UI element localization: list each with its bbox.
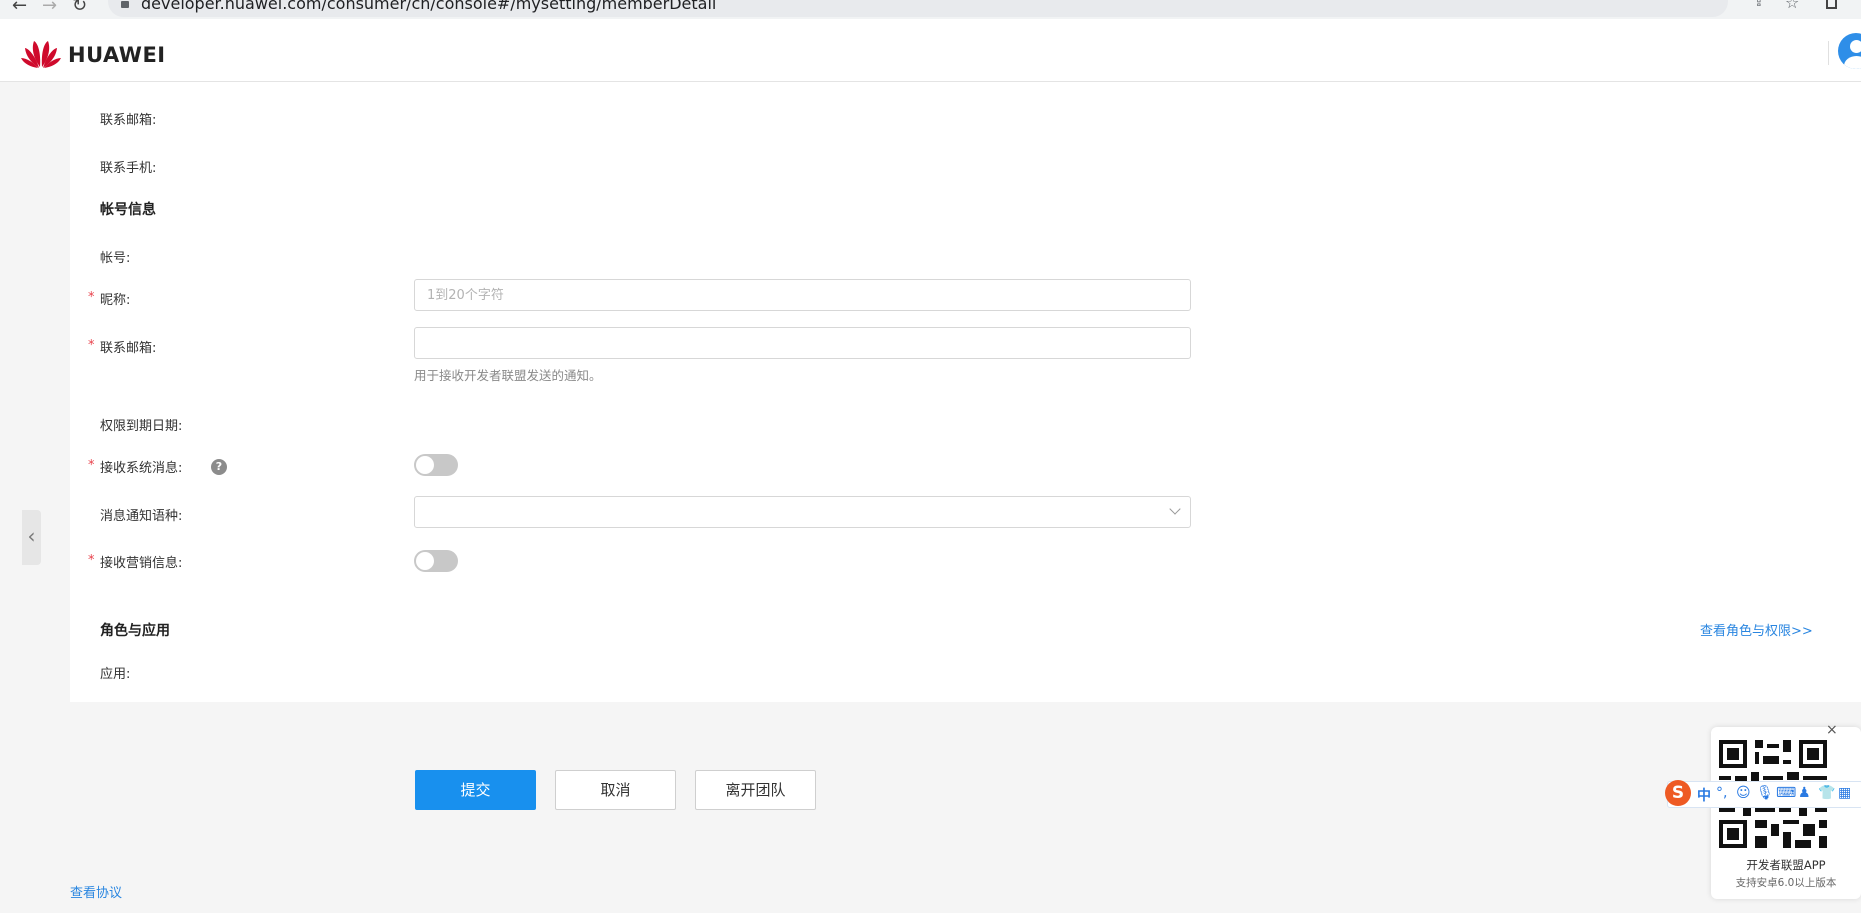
contact-email-label: 联系邮箱: (100, 113, 157, 128)
email-input[interactable] (414, 327, 1191, 359)
lock-icon (121, 1, 129, 8)
share-icon[interactable]: ⇪ (1753, 0, 1765, 10)
submit-button[interactable]: 提交 (415, 770, 536, 810)
qr-subtitle: 支持安卓6.0以上版本 (1735, 877, 1837, 889)
browser-toolbar: ← → ↻ developer.huawei.com/consumer/cn/c… (0, 0, 1861, 19)
marketing-label: 接收营销信息: (100, 556, 183, 571)
back-icon[interactable]: ← (12, 0, 27, 16)
side-panel-icon[interactable] (1826, 0, 1837, 9)
email-hint: 用于接收开发者联盟发送的通知。 (414, 368, 602, 383)
menu-grid-icon[interactable]: ▦ (1838, 785, 1851, 801)
nickname-label: 昵称: (100, 293, 131, 308)
system-message-toggle[interactable] (414, 454, 458, 476)
chevron-down-icon (1169, 503, 1181, 515)
user-avatar-icon[interactable] (1838, 33, 1861, 69)
notify-language-select[interactable] (414, 496, 1191, 528)
emoji-icon[interactable]: ☺ (1736, 785, 1751, 801)
view-roles-link[interactable]: 查看角色与权限>> (1700, 620, 1813, 639)
expiry-date-label: 权限到期日期: (100, 419, 183, 434)
ime-punctuation-toggle[interactable]: °, (1716, 785, 1727, 801)
header-divider (1828, 41, 1829, 65)
marketing-toggle[interactable] (414, 550, 458, 572)
site-header: HUAWEI (0, 19, 1861, 82)
email-label: 联系邮箱: (100, 341, 157, 356)
app-label: 应用: (100, 667, 131, 682)
forward-icon[interactable]: → (42, 0, 57, 16)
member-detail-card (70, 82, 1861, 702)
required-mark: * (88, 290, 95, 305)
reload-icon[interactable]: ↻ (72, 0, 87, 16)
qr-title: 开发者联盟APP (1746, 858, 1826, 872)
account-label: 帐号: (100, 251, 131, 266)
ime-mode-toggle[interactable]: 中 (1697, 785, 1711, 805)
cancel-button[interactable]: 取消 (555, 770, 676, 810)
keyboard-icon[interactable]: ⌨ (1776, 785, 1796, 801)
agreement-link[interactable]: 查看协议 (70, 882, 122, 901)
chevron-left-icon[interactable]: ‹ (22, 510, 41, 565)
roles-section-title: 角色与应用 (100, 623, 170, 639)
required-mark: * (88, 338, 95, 353)
brand-name[interactable]: HUAWEI (68, 43, 166, 67)
url-text[interactable]: developer.huawei.com/consumer/cn/console… (141, 0, 716, 13)
system-message-label: 接收系统消息: (100, 461, 183, 476)
user-icon[interactable]: ♟ (1798, 785, 1811, 801)
microphone-icon[interactable]: 🎙 (1756, 785, 1774, 801)
leave-team-button[interactable]: 离开团队 (695, 770, 816, 810)
bookmark-star-icon[interactable]: ☆ (1785, 0, 1799, 12)
nickname-input[interactable] (414, 279, 1191, 311)
sogou-ime-logo-icon[interactable]: S (1665, 780, 1691, 806)
help-icon[interactable]: ? (211, 459, 227, 475)
huawei-logo-icon[interactable] (20, 37, 62, 69)
close-icon[interactable]: × (1826, 722, 1838, 738)
required-mark: * (88, 553, 95, 568)
required-mark: * (88, 458, 95, 473)
contact-phone-label: 联系手机: (100, 161, 157, 176)
notify-language-label: 消息通知语种: (100, 509, 183, 524)
skin-shirt-icon[interactable]: 👕 (1818, 785, 1835, 801)
account-section-title: 帐号信息 (100, 202, 156, 218)
